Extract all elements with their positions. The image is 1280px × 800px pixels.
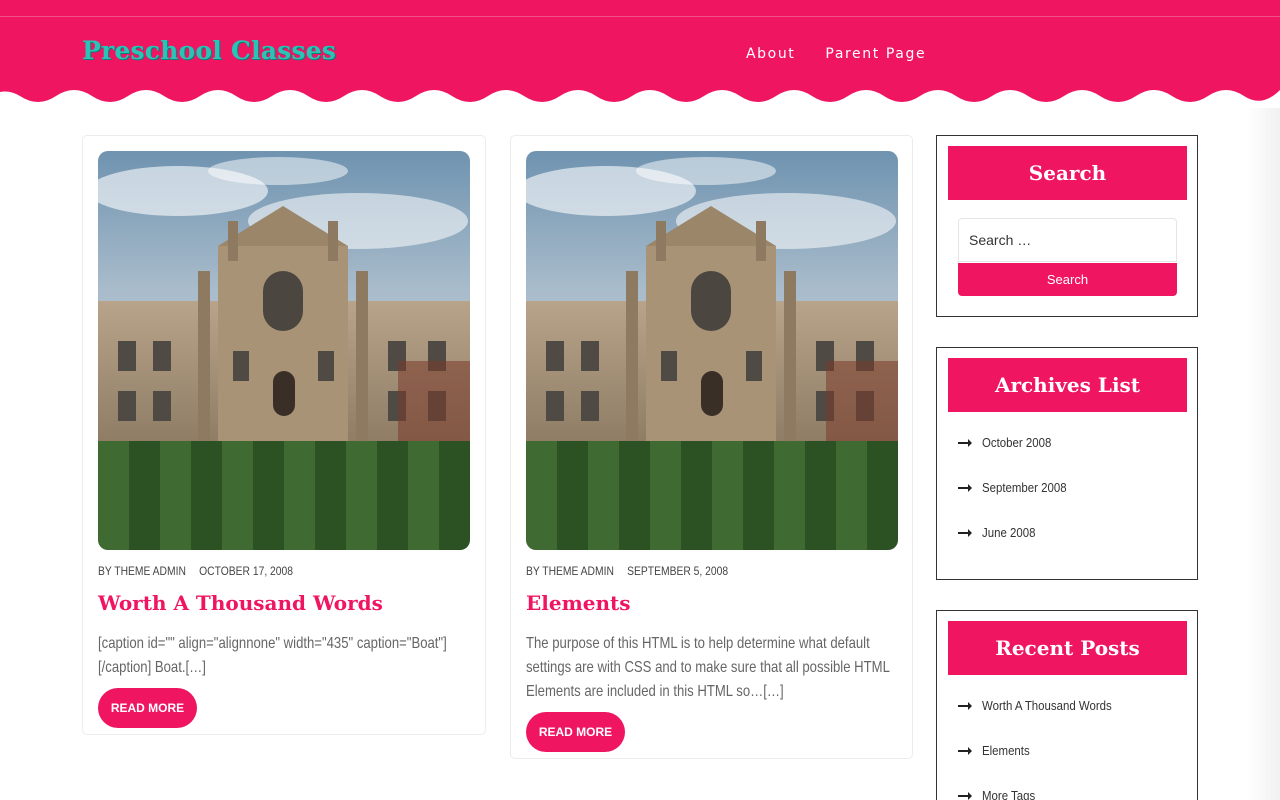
post-card: BY THEME ADMIN SEPTEMBER 5, 2008 Element…: [510, 135, 913, 759]
recent-posts-widget: Recent Posts Worth A Thousand Words Elem…: [936, 610, 1198, 800]
archive-link[interactable]: September 2008: [982, 480, 1067, 495]
nav-item-about[interactable]: About: [746, 46, 795, 62]
arrow-right-icon: [958, 438, 972, 447]
nav-item-parent-page[interactable]: Parent Page: [825, 46, 926, 62]
list-item[interactable]: Worth A Thousand Words: [958, 683, 1129, 728]
recent-posts-list: Worth A Thousand Words Elements More Tag…: [958, 683, 1129, 800]
post-author[interactable]: BY THEME ADMIN: [98, 564, 186, 578]
post-excerpt: [caption id="" align="alignnone" width="…: [98, 635, 447, 676]
recent-post-link[interactable]: More Tags: [982, 788, 1035, 800]
page-edge-shadow: [1246, 108, 1280, 800]
post-date[interactable]: SEPTEMBER 5, 2008: [627, 564, 728, 578]
primary-nav: About Parent Page: [746, 46, 926, 62]
post-thumbnail[interactable]: [98, 151, 470, 550]
arrow-right-icon: [958, 701, 972, 710]
archives-list: October 2008 September 2008 June 2008: [958, 420, 1078, 555]
site-header: Preschool Classes About Parent Page: [0, 0, 1280, 108]
read-more-button[interactable]: READ MORE: [98, 688, 197, 728]
post-meta: BY THEME ADMIN SEPTEMBER 5, 2008: [526, 564, 738, 578]
widget-title: Search: [948, 146, 1187, 200]
header-top-divider: [0, 16, 1280, 17]
arrow-right-icon: [958, 528, 972, 537]
arrow-right-icon: [958, 746, 972, 755]
widget-title: Recent Posts: [948, 621, 1187, 675]
list-item[interactable]: October 2008: [958, 420, 1078, 465]
post-date[interactable]: OCTOBER 17, 2008: [199, 564, 293, 578]
search-input[interactable]: [958, 218, 1177, 262]
post-author[interactable]: BY THEME ADMIN: [526, 564, 614, 578]
post-title-link[interactable]: Worth A Thousand Words: [98, 591, 383, 615]
recent-post-link[interactable]: Worth A Thousand Words: [982, 698, 1112, 713]
arrow-right-icon: [958, 791, 972, 800]
recent-post-link[interactable]: Elements: [982, 743, 1030, 758]
arrow-right-icon: [958, 483, 972, 492]
read-more-button[interactable]: READ MORE: [526, 712, 625, 752]
site-title-link[interactable]: Preschool Classes: [82, 36, 336, 65]
post-title-link[interactable]: Elements: [526, 591, 631, 615]
search-widget: Search Search: [936, 135, 1198, 317]
list-item[interactable]: More Tags: [958, 773, 1129, 800]
list-item[interactable]: Elements: [958, 728, 1129, 773]
list-item[interactable]: June 2008: [958, 510, 1078, 555]
archive-link[interactable]: October 2008: [982, 435, 1051, 450]
post-card: BY THEME ADMIN OCTOBER 17, 2008 Worth A …: [82, 135, 486, 735]
search-button[interactable]: Search: [958, 263, 1177, 296]
widget-title: Archives List: [948, 358, 1187, 412]
post-excerpt: The purpose of this HTML is to help dete…: [526, 635, 890, 700]
post-thumbnail[interactable]: [526, 151, 898, 550]
list-item[interactable]: September 2008: [958, 465, 1078, 510]
post-meta: BY THEME ADMIN OCTOBER 17, 2008: [98, 564, 303, 578]
archive-link[interactable]: June 2008: [982, 525, 1035, 540]
archives-widget: Archives List October 2008 September 200…: [936, 347, 1198, 580]
